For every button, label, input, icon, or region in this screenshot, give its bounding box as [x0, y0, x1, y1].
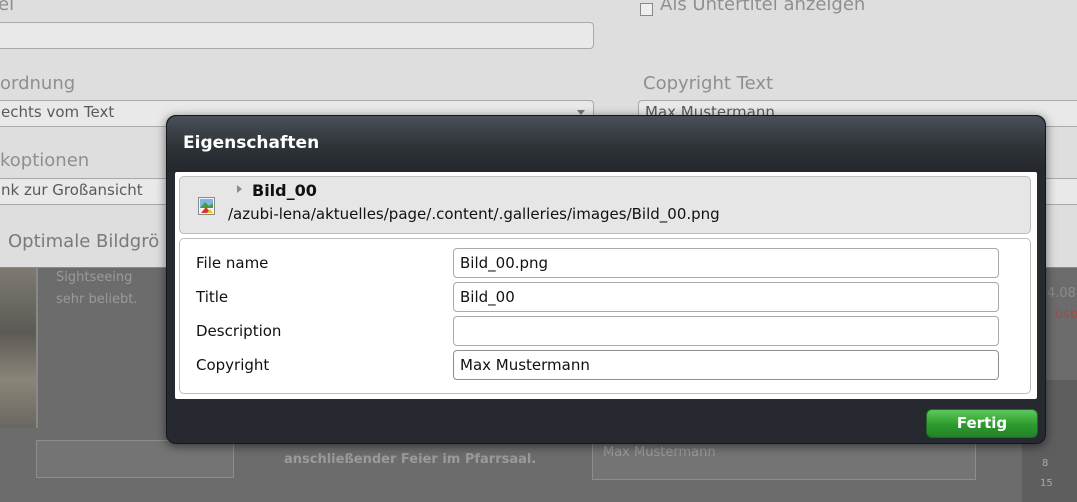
field-row-file-name: File name	[180, 246, 1030, 280]
bg-top-input[interactable]	[0, 22, 594, 49]
done-button[interactable]: Fertig	[926, 409, 1038, 438]
bg-right-partial-1: 4.08	[1047, 286, 1076, 301]
bg-right-partial-2: usbi	[1055, 307, 1077, 322]
dialog-body: Bild_00 /azubi-lena/aktuelles/page/.cont…	[175, 172, 1037, 399]
bg-content-text-3: anschließender Feier im Pfarrsaal.	[284, 452, 537, 467]
dialog-title: Eigenschaften	[183, 133, 320, 153]
properties-form: File name Title Description Copyright	[179, 238, 1031, 394]
bg-card-right: Max Mustermann	[592, 440, 976, 480]
image-file-icon	[198, 197, 215, 215]
file-name: Bild_00	[252, 181, 317, 200]
dialog-header[interactable]: Eigenschaften	[167, 116, 1045, 172]
bg-thumbnail-image	[0, 268, 38, 428]
bg-content-text-1: Sightseeing	[56, 270, 133, 285]
bg-copyright-label: Copyright Text	[643, 73, 774, 94]
bg-subtitle-label: Als Untertitel anzeigen	[660, 0, 866, 15]
field-row-title: Title	[180, 280, 1030, 314]
file-name-input[interactable]	[453, 248, 999, 278]
file-path: /azubi-lena/aktuelles/page/.content/.gal…	[228, 205, 720, 223]
copyright-input[interactable]	[453, 350, 999, 380]
field-row-copyright: Copyright	[180, 348, 1030, 382]
bg-link-options-select[interactable]: nk zur Großansicht	[0, 178, 174, 205]
description-input[interactable]	[453, 316, 999, 346]
bg-calendar-number: 8	[1042, 458, 1049, 469]
bg-optimal-size-label: Optimale Bildgrö	[8, 231, 160, 252]
bg-calendar-number: 15	[1040, 478, 1053, 489]
title-input[interactable]	[453, 282, 999, 312]
bg-link-options-label: kopti­onen	[0, 150, 90, 171]
file-info-panel: Bild_00 /azubi-lena/aktuelles/page/.cont…	[179, 176, 1031, 234]
bg-card-left	[36, 440, 234, 478]
field-row-description: Description	[180, 314, 1030, 348]
file-name-label: File name	[196, 254, 269, 272]
bg-arrangement-label: ordnung	[0, 73, 76, 94]
bg-top-label: el	[0, 0, 15, 15]
expand-caret-icon[interactable]	[237, 185, 242, 193]
bg-arrangement-value: echts vom Text	[1, 103, 115, 121]
bg-card-text: Max Mustermann	[603, 445, 716, 460]
copyright-label: Copyright	[196, 356, 270, 374]
bg-content-text-2: sehr beliebt.	[56, 292, 138, 307]
title-label: Title	[196, 288, 229, 306]
bg-subtitle-checkbox[interactable]	[640, 3, 653, 16]
properties-dialog: Eigenschaften Bild_00 /azubi-lena/aktuel…	[166, 115, 1046, 444]
description-label: Description	[196, 322, 282, 340]
